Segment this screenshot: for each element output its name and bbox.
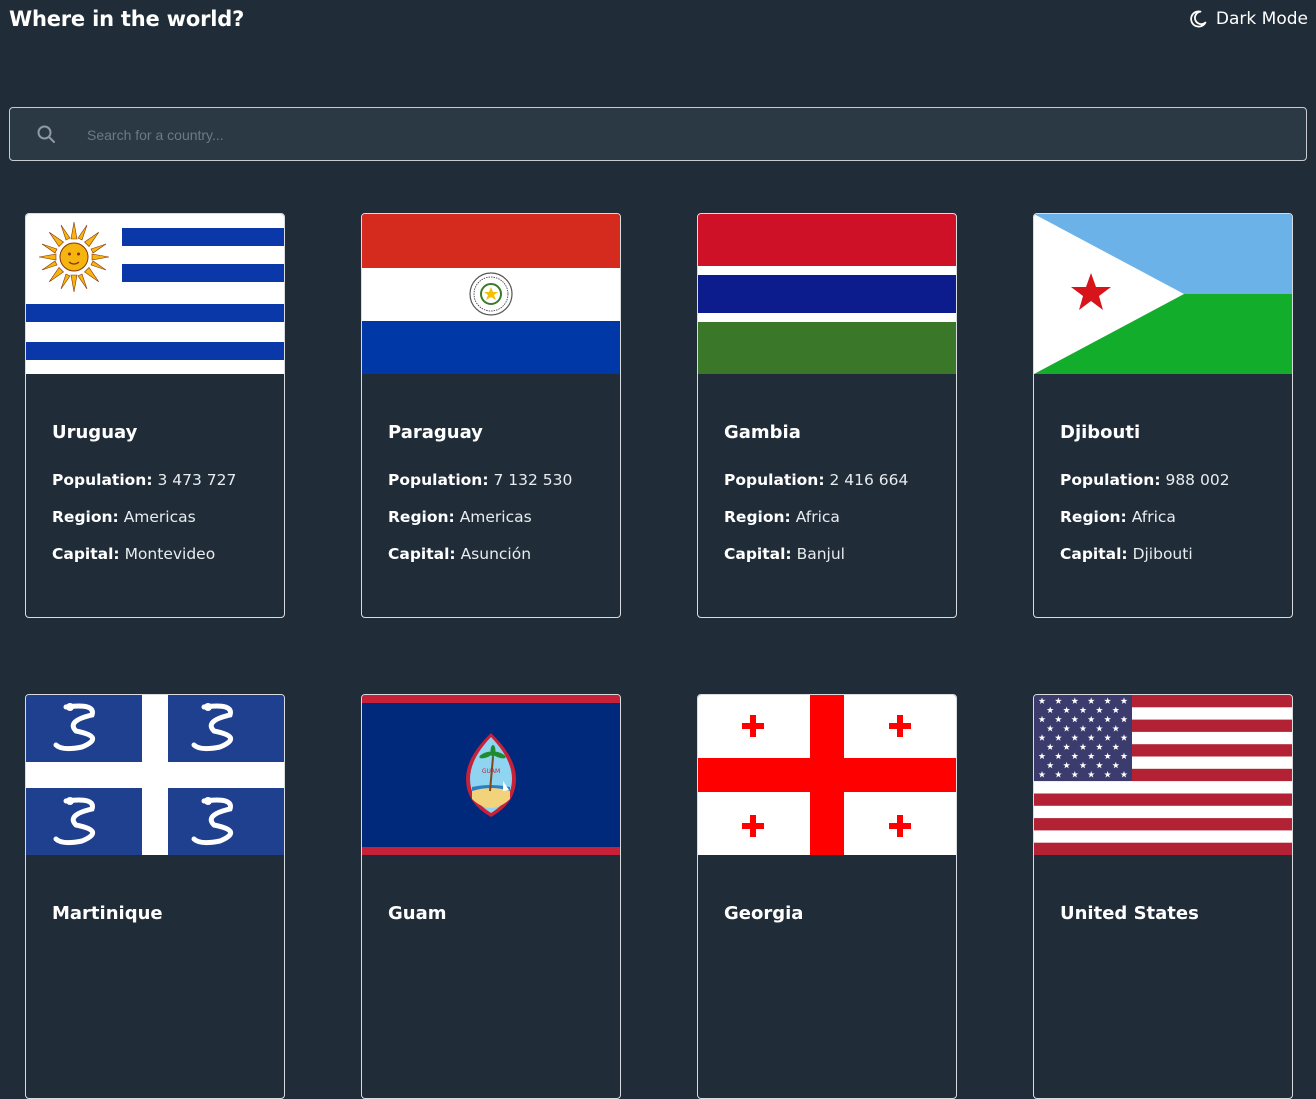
region-row: Region: Africa: [1060, 508, 1176, 526]
capital-value: Djibouti: [1132, 545, 1193, 563]
region-label: Region:: [52, 508, 119, 526]
region-row: Region: Americas: [388, 508, 532, 526]
capital-label: Capital:: [52, 545, 120, 563]
region-label: Region:: [724, 508, 791, 526]
region-value: Africa: [795, 508, 840, 526]
population-value: 3 473 727: [157, 471, 237, 489]
country-name: Georgia: [724, 903, 804, 924]
population-label: Population:: [52, 471, 153, 489]
country-card-uruguay[interactable]: Uruguay Population: 3 473 727 Region: Am…: [25, 213, 285, 618]
population-value: 2 416 664: [829, 471, 909, 489]
country-name: Guam: [388, 903, 447, 924]
region-row: Region: Americas: [52, 508, 196, 526]
country-card-martinique[interactable]: Martinique: [25, 694, 285, 1099]
population-value: 988 002: [1165, 471, 1230, 489]
capital-value: Banjul: [796, 545, 845, 563]
region-label: Region:: [388, 508, 455, 526]
capital-label: Capital:: [724, 545, 792, 563]
population-label: Population:: [724, 471, 825, 489]
region-value: Americas: [459, 508, 532, 526]
region-value: Americas: [123, 508, 196, 526]
capital-label: Capital:: [1060, 545, 1128, 563]
region-row: Region: Africa: [724, 508, 840, 526]
country-card-guam[interactable]: GUAM Guam: [361, 694, 621, 1099]
search-icon: [37, 125, 55, 143]
capital-row: Capital: Montevideo: [52, 545, 215, 563]
flag-gambia: [698, 214, 956, 374]
dark-mode-toggle[interactable]: Dark Mode: [1189, 9, 1308, 29]
flag-djibouti: [1034, 214, 1292, 374]
capital-row: Capital: Banjul: [724, 545, 845, 563]
country-card-gambia[interactable]: Gambia Population: 2 416 664 Region: Afr…: [697, 213, 957, 618]
flag-martinique: [26, 695, 284, 855]
top-bar: Where in the world? Dark Mode: [0, 0, 1316, 44]
country-card-georgia[interactable]: Georgia: [697, 694, 957, 1099]
population-row: Population: 2 416 664: [724, 471, 908, 489]
flag-paraguay: [362, 214, 620, 374]
country-name: Uruguay: [52, 422, 138, 443]
flag-united-states: [1034, 695, 1292, 855]
country-name: Martinique: [52, 903, 163, 924]
dark-mode-label: Dark Mode: [1215, 9, 1308, 29]
country-name: Paraguay: [388, 422, 483, 443]
capital-row: Capital: Djibouti: [1060, 545, 1193, 563]
capital-label: Capital:: [388, 545, 456, 563]
region-label: Region:: [1060, 508, 1127, 526]
search-box: [9, 107, 1307, 162]
country-card-paraguay[interactable]: Paraguay Population: 7 132 530 Region: A…: [361, 213, 621, 618]
flag-uruguay: [26, 214, 284, 374]
population-label: Population:: [388, 471, 489, 489]
country-name: Gambia: [724, 422, 801, 443]
country-card-djibouti[interactable]: Djibouti Population: 988 002 Region: Afr…: [1033, 213, 1293, 618]
capital-row: Capital: Asunción: [388, 545, 531, 563]
capital-value: Asunción: [460, 545, 532, 563]
population-row: Population: 7 132 530: [388, 471, 572, 489]
region-value: Africa: [1131, 508, 1176, 526]
flag-guam: GUAM: [362, 695, 620, 855]
app-title: Where in the world?: [9, 7, 245, 31]
population-label: Population:: [1060, 471, 1161, 489]
population-row: Population: 3 473 727: [52, 471, 236, 489]
svg-text:GUAM: GUAM: [482, 768, 500, 775]
country-name: United States: [1060, 903, 1199, 924]
country-card-united-states[interactable]: United States: [1033, 694, 1293, 1099]
population-value: 7 132 530: [493, 471, 573, 489]
country-name: Djibouti: [1060, 422, 1141, 443]
flag-georgia: [698, 695, 956, 855]
population-row: Population: 988 002: [1060, 471, 1230, 489]
capital-value: Montevideo: [124, 545, 216, 563]
moon-icon: [1190, 10, 1207, 28]
search-input[interactable]: [85, 108, 1289, 162]
